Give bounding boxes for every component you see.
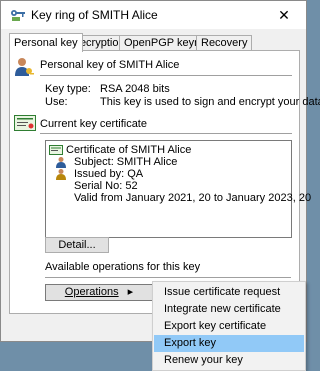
divider [40,75,292,76]
use-label: Use: [45,96,68,108]
personal-key-heading: Personal key of SMITH Alice [40,59,180,71]
certificate-issuer: Issued by: QA [74,168,144,180]
key-type-value: RSA 2048 bits [100,83,170,95]
tab-personal-key[interactable]: Personal key [9,33,83,52]
certificate-subject: Subject: SMITH Alice [74,156,178,168]
certificate-serial: Serial No: 52 [74,180,138,192]
key-type-label: Key type: [45,83,91,95]
certificate-validity: Valid from January 2021, 20 to January 2… [74,192,312,204]
close-icon: ✕ [278,7,290,23]
menu-item-export-key-certificate[interactable]: Export key certificate [154,318,304,335]
subject-icon [56,157,66,168]
operations-button[interactable]: Operations ▸ [45,284,153,301]
operations-label: Available operations for this key [45,261,201,273]
certificate-heading: Current key certificate [40,118,147,130]
menu-item-renew-your-key[interactable]: Renew your key [154,352,304,369]
personal-key-panel: Personal key of SMITH Alice Key type: RS… [9,50,320,314]
divider [45,277,291,278]
issuer-icon [56,169,66,180]
operations-menu: Issue certificate request Integrate new … [152,281,306,371]
window-title: Key ring of SMITH Alice [31,8,158,22]
user-key-icon [15,58,34,76]
divider [40,133,292,134]
use-value: This key is used to sign and encrypt you… [100,96,320,108]
certificate-small-icon [49,145,63,155]
tab-recovery[interactable]: Recovery [196,35,253,51]
close-button[interactable]: ✕ [262,1,306,29]
arrow-right-icon: ▸ [127,286,134,298]
certificate-title: Certificate of SMITH Alice [66,144,192,156]
keyring-icon [11,10,25,21]
operations-button-label: Operations [64,286,119,298]
title-bar: Key ring of SMITH Alice ✕ [1,1,306,29]
detail-button[interactable]: Detail... [45,237,109,253]
certificate-details-box: Certificate of SMITH Alice Subject: SMIT… [45,140,311,238]
menu-item-export-key[interactable]: Export key [154,335,304,352]
certificate-icon [14,115,36,131]
menu-item-issue-certificate-request[interactable]: Issue certificate request [154,284,304,301]
menu-item-integrate-new-certificate[interactable]: Integrate new certificate [154,301,304,318]
